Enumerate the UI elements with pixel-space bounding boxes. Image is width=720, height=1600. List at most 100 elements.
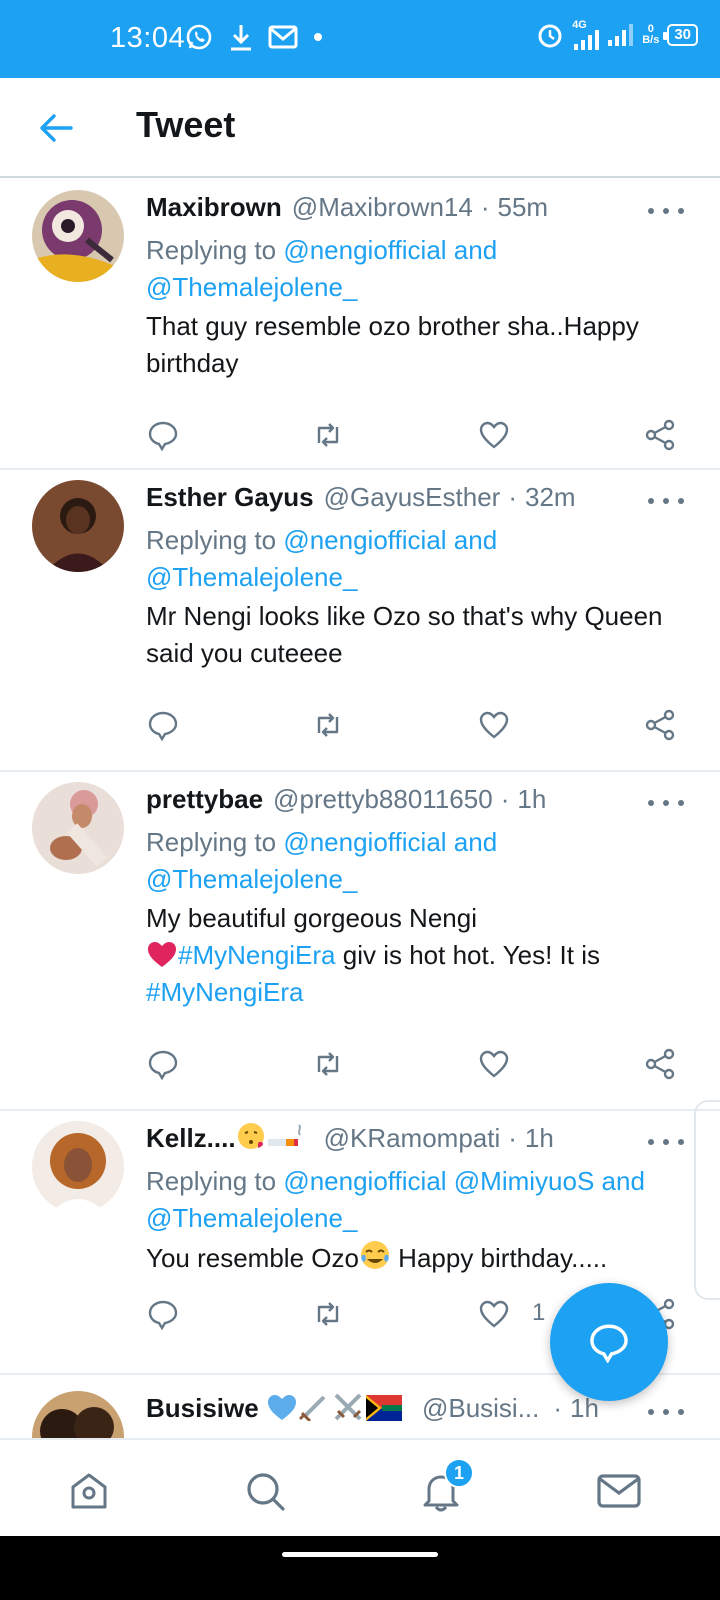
reply-button[interactable] bbox=[146, 1047, 180, 1081]
tweet-card[interactable]: prettybae @prettyb88011650 · 1h Replying… bbox=[0, 772, 720, 1111]
author-name[interactable]: Kellz.... bbox=[146, 1121, 304, 1155]
like-button[interactable] bbox=[477, 1047, 511, 1081]
tweet-header: Esther Gayus @GayusEsther · 32m bbox=[146, 480, 684, 516]
reply-icon bbox=[148, 1050, 178, 1080]
mention-link[interactable]: @Themalejolene_ bbox=[146, 1203, 357, 1233]
author-name[interactable]: Maxibrown bbox=[146, 190, 282, 224]
crossed-swords-emoji-icon bbox=[334, 1393, 362, 1421]
heart-icon bbox=[479, 1300, 509, 1328]
reply-feed[interactable]: Maxibrown @Maxibrown14 · 55m Replying to… bbox=[0, 180, 720, 1468]
tweet-time: 1h bbox=[517, 784, 547, 814]
retweet-button[interactable] bbox=[311, 1297, 345, 1331]
mention-link[interactable]: @nengiofficial and bbox=[283, 525, 497, 555]
download-icon bbox=[231, 25, 251, 51]
like-button[interactable] bbox=[477, 418, 511, 452]
tweet-text: Mr Nengi looks like Ozo so that's why Qu… bbox=[146, 601, 663, 668]
avatar[interactable] bbox=[32, 480, 124, 572]
alarm-icon bbox=[538, 24, 562, 48]
app-header: Tweet bbox=[0, 78, 720, 178]
nav-search-button[interactable] bbox=[242, 1468, 288, 1514]
like-button[interactable] bbox=[477, 708, 511, 742]
mention-link[interactable]: @Themalejolene_ bbox=[146, 272, 357, 302]
replying-to: Replying to @nengiofficial and @Themalej… bbox=[146, 827, 498, 894]
battery-indicator: 30 bbox=[663, 24, 698, 46]
status-bar: 13:04 4G 0 B/s 30 bbox=[0, 0, 720, 78]
back-button[interactable] bbox=[36, 108, 76, 148]
tweet-actions bbox=[146, 390, 684, 482]
tweet-actions bbox=[146, 1019, 684, 1111]
signal-4g-icon: 4G bbox=[572, 20, 600, 50]
reply-icon bbox=[148, 421, 178, 451]
hashtag-link[interactable]: #MyNengiEra bbox=[178, 940, 336, 970]
avatar[interactable] bbox=[32, 782, 124, 874]
separator-dot: · bbox=[508, 1123, 517, 1153]
compose-reply-button[interactable] bbox=[550, 1283, 668, 1401]
retweet-icon bbox=[317, 1052, 339, 1076]
tweet-text: That guy resemble ozo brother sha..Happy… bbox=[146, 311, 639, 378]
search-icon bbox=[247, 1473, 285, 1511]
mention-link[interactable]: @nengiofficial @MimiyuoS and bbox=[283, 1166, 645, 1196]
author-handle[interactable]: @Maxibrown14 bbox=[292, 190, 473, 224]
tweet-time: 55m bbox=[497, 192, 549, 222]
author-handle[interactable]: @prettyb88011650 bbox=[273, 782, 493, 816]
nav-home-button[interactable] bbox=[66, 1468, 112, 1514]
more-options-button[interactable] bbox=[648, 196, 684, 226]
share-button[interactable] bbox=[643, 1047, 677, 1081]
like-button[interactable] bbox=[477, 1297, 511, 1331]
tweet-card[interactable]: Esther Gayus @GayusEsther · 32m Replying… bbox=[0, 470, 720, 772]
retweet-button[interactable] bbox=[311, 708, 345, 742]
home-indicator[interactable] bbox=[282, 1552, 438, 1557]
retweet-button[interactable] bbox=[311, 1047, 345, 1081]
cigarette-emoji-icon bbox=[267, 1124, 301, 1146]
author-name[interactable]: Esther Gayus bbox=[146, 480, 314, 514]
page-title: Tweet bbox=[136, 104, 236, 145]
home-icon bbox=[71, 1473, 107, 1509]
author-handle[interactable]: @GayusEsther bbox=[324, 480, 501, 514]
tweet-card[interactable]: Maxibrown @Maxibrown14 · 55m Replying to… bbox=[0, 180, 720, 470]
tweet-text: You resemble Ozo Happy birthday..... bbox=[146, 1239, 684, 1277]
more-options-button[interactable] bbox=[648, 788, 684, 818]
status-notification-icons bbox=[184, 22, 324, 52]
nav-messages-button[interactable] bbox=[596, 1468, 642, 1514]
system-navigation-bar bbox=[0, 1536, 720, 1600]
reply-button[interactable] bbox=[146, 708, 180, 742]
mention-link[interactable]: @Themalejolene_ bbox=[146, 864, 357, 894]
heart-icon bbox=[479, 711, 509, 739]
tweet-header: prettybae @prettyb88011650 · 1h bbox=[146, 782, 684, 818]
tweet-actions bbox=[146, 680, 684, 772]
bottom-navigation: 1 bbox=[0, 1438, 720, 1536]
avatar[interactable] bbox=[32, 1121, 124, 1213]
author-handle[interactable]: @Busisi... bbox=[422, 1391, 539, 1425]
kissing-face-emoji-icon bbox=[237, 1123, 264, 1149]
mention-link[interactable]: @nengiofficial and bbox=[283, 235, 497, 265]
dot-icon bbox=[314, 33, 322, 41]
more-options-button[interactable] bbox=[648, 486, 684, 516]
heart-icon bbox=[479, 421, 509, 449]
replying-to: Replying to @nengiofficial and @Themalej… bbox=[146, 235, 498, 302]
replying-to: Replying to @nengiofficial @MimiyuoS and… bbox=[146, 1166, 645, 1233]
author-name[interactable]: Busisiwe bbox=[146, 1391, 402, 1425]
notification-badge: 1 bbox=[444, 1458, 474, 1488]
status-system-icons: 4G 0 B/s 30 bbox=[536, 20, 698, 50]
retweet-button[interactable] bbox=[311, 418, 345, 452]
share-button[interactable] bbox=[643, 708, 677, 742]
reply-button[interactable] bbox=[146, 418, 180, 452]
more-options-button[interactable] bbox=[648, 1397, 684, 1427]
more-options-button[interactable] bbox=[648, 1127, 684, 1157]
tweet-text: My beautiful gorgeous Nengi #MyNengiEra … bbox=[146, 903, 600, 1007]
share-icon bbox=[645, 709, 675, 741]
share-button[interactable] bbox=[643, 418, 677, 452]
share-icon bbox=[645, 1048, 675, 1080]
hashtag-link[interactable]: #MyNengiEra bbox=[146, 977, 304, 1007]
author-handle[interactable]: @KRamompati bbox=[324, 1121, 501, 1155]
mention-link[interactable]: @nengiofficial and bbox=[283, 827, 497, 857]
mention-link[interactable]: @Themalejolene_ bbox=[146, 562, 357, 592]
author-name[interactable]: prettybae bbox=[146, 782, 263, 816]
tweet-time: 1h bbox=[524, 1123, 554, 1153]
reply-button[interactable] bbox=[146, 1297, 180, 1331]
side-panel-edge bbox=[694, 1100, 720, 1300]
avatar[interactable] bbox=[32, 190, 124, 282]
tweet-header: Maxibrown @Maxibrown14 · 55m bbox=[146, 190, 684, 226]
mail-icon bbox=[597, 1474, 641, 1508]
red-heart-emoji-icon bbox=[148, 942, 176, 967]
